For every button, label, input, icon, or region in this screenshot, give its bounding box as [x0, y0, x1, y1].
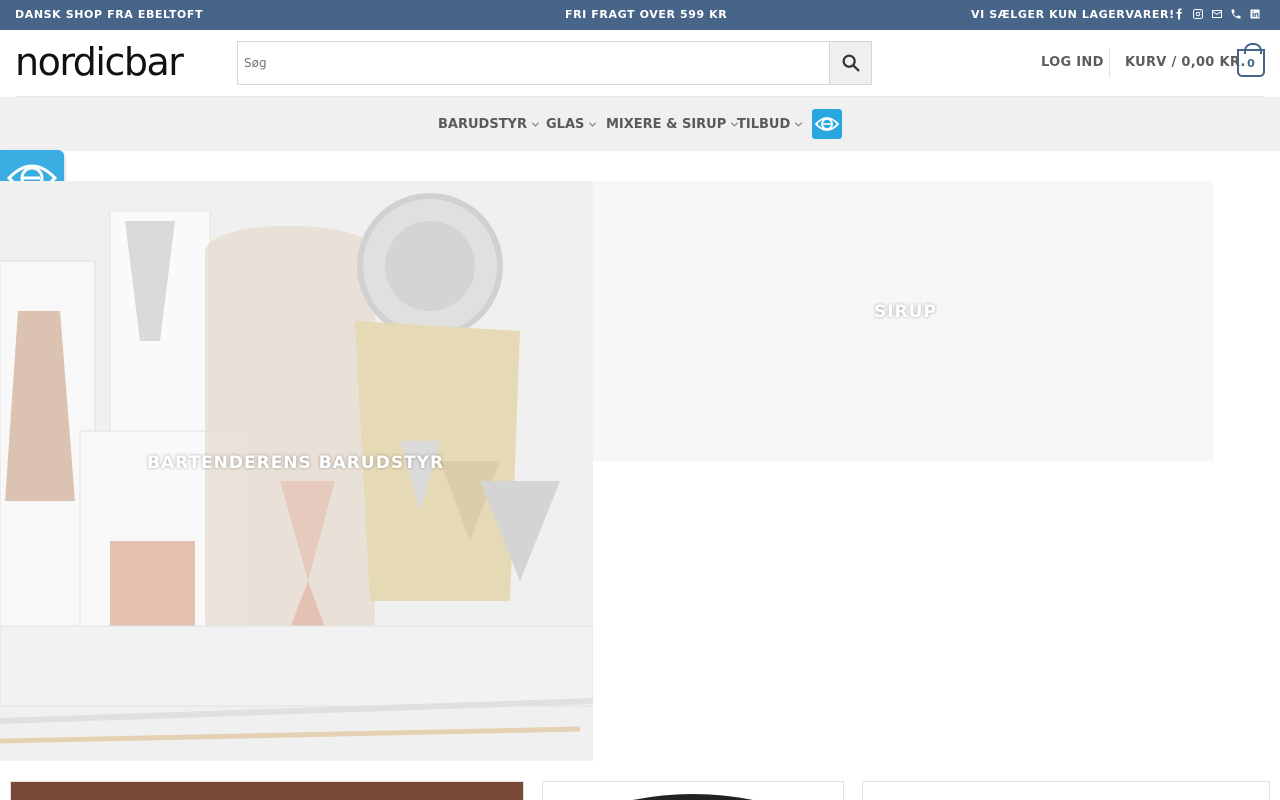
nav-item-mixere-sirup[interactable]: MIXERE & SIRUP — [606, 117, 739, 132]
phone-icon[interactable] — [1229, 7, 1243, 21]
search-bar — [237, 41, 872, 85]
login-link[interactable]: LOG IND — [1041, 55, 1104, 70]
linkedin-icon[interactable] — [1248, 7, 1262, 21]
site-logo[interactable]: nordicbar — [15, 42, 184, 82]
instagram-icon[interactable] — [1191, 7, 1205, 21]
product-thumbnail[interactable] — [542, 781, 844, 800]
nav-item-label: BARUDSTYR — [438, 117, 527, 132]
banner-caption-sirup: SIRUP — [874, 302, 937, 322]
nav-item-tilbud[interactable]: TILBUD — [737, 117, 803, 132]
main-navigation: BARUDSTYR GLAS MIXERE & SIRUP TILBUD — [0, 97, 1280, 151]
cart-link[interactable]: KURV / 0,00 KR. — [1125, 55, 1246, 70]
topbar-right-message: VI SÆLGER KUN LAGERVARER! — [971, 8, 1175, 21]
product-thumbnail[interactable] — [10, 781, 524, 800]
cart-count-badge[interactable]: 0 — [1237, 43, 1265, 77]
product-image — [633, 794, 753, 800]
nav-item-label: GLAS — [546, 117, 585, 132]
nav-item-glas[interactable]: GLAS — [546, 117, 597, 132]
banner-caption-barudstyr: BARTENDERENS BARUDSTYR — [147, 453, 445, 473]
e-maerket-icon[interactable] — [812, 109, 842, 139]
search-icon — [842, 54, 860, 72]
chevron-down-icon — [531, 122, 540, 127]
product-thumbnail[interactable] — [862, 781, 1270, 800]
top-announcement-bar: DANSK SHOP FRA EBELTOFT FRI FRAGT OVER 5… — [0, 0, 1280, 30]
nav-item-label: MIXERE & SIRUP — [606, 117, 727, 132]
facebook-icon[interactable] — [1172, 7, 1186, 21]
nav-item-barudstyr[interactable]: BARUDSTYR — [438, 117, 540, 132]
topbar-left-message: DANSK SHOP FRA EBELTOFT — [15, 8, 204, 21]
search-button[interactable] — [829, 42, 871, 84]
chevron-down-icon — [795, 122, 803, 127]
banner-sirup[interactable]: SIRUP — [593, 181, 1214, 461]
chevron-down-icon — [589, 122, 597, 127]
header-divider — [1109, 48, 1110, 78]
site-header: nordicbar LOG IND KURV / 0,00 KR. 0 — [0, 30, 1280, 96]
nav-item-label: TILBUD — [737, 117, 791, 132]
search-input[interactable] — [238, 42, 830, 84]
topbar-center-message: FRI FRAGT OVER 599 KR — [565, 8, 728, 21]
banner-barudstyr[interactable]: BARTENDERENS BARUDSTYR — [0, 181, 593, 761]
email-icon[interactable] — [1210, 7, 1224, 21]
